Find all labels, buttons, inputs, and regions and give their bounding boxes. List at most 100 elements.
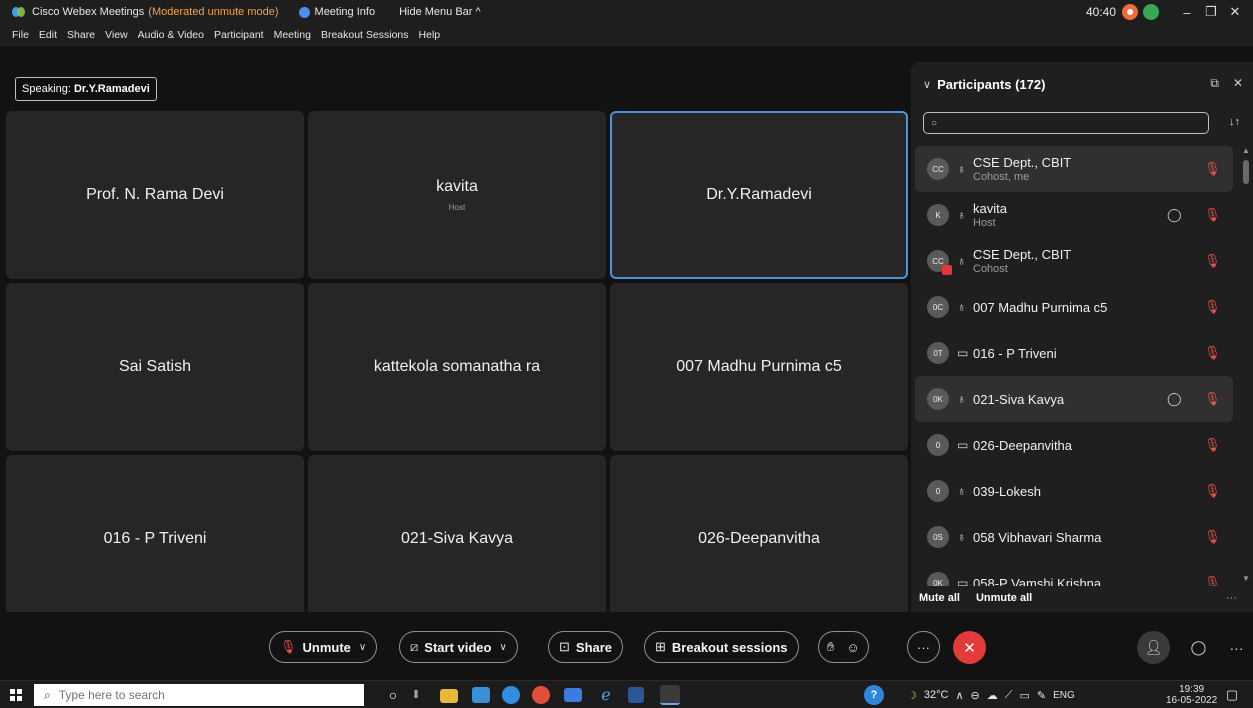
mic-muted-icon[interactable]: 🎙︎ [1204,253,1221,269]
participant-scrollbar[interactable]: ▲ ▼ [1241,146,1251,586]
share-button[interactable]: ⊡ Share [548,631,624,663]
menu-breakout-sessions[interactable]: Breakout Sessions [321,29,409,41]
video-tile[interactable]: kavita Host [308,111,606,279]
close-panel-icon[interactable]: ✕ [1233,76,1243,91]
mic-muted-icon[interactable]: 🎙︎ [1204,483,1221,499]
raise-hand-icon[interactable]: ✋︎ [827,639,834,655]
weather-temp[interactable]: 32°C [924,689,949,701]
scroll-up-icon[interactable]: ▲ [1242,146,1250,155]
participant-row[interactable]: K ♁ kavita Host ◯ 🎙︎ [915,192,1233,238]
more-panel-button[interactable]: ··· [1220,631,1253,664]
participant-search[interactable]: ○ [923,112,1209,134]
weather-icon[interactable]: ☽ [907,689,917,702]
edge-icon[interactable] [502,686,520,704]
cortana-icon[interactable]: ○ [383,685,403,705]
menu-meeting[interactable]: Meeting [274,29,311,41]
video-tile[interactable]: 007 Madhu Purnima c5 [610,283,908,451]
more-options-button[interactable]: ··· [1226,592,1237,604]
close-window-button[interactable]: ✕ [1223,4,1247,20]
mic-muted-icon[interactable]: 🎙︎ [1204,207,1221,223]
unmute-all-button[interactable]: Unmute all [976,592,1032,604]
video-tile[interactable]: Sai Satish [6,283,304,451]
meeting-info-button[interactable]: Meeting Info [298,6,375,18]
file-explorer-icon[interactable] [440,689,458,703]
video-tile[interactable]: 026-Deepanvitha [610,455,908,623]
word-icon[interactable] [628,687,644,703]
help-icon[interactable]: ? [864,685,884,705]
scroll-down-icon[interactable]: ▼ [1242,574,1250,583]
notifications-icon[interactable]: ▢ [1222,685,1242,705]
participant-row[interactable]: 0T ▭ 016 - P Triveni 🎙︎ [915,330,1233,376]
scrollbar-thumb[interactable] [1243,160,1249,184]
video-tile[interactable]: 021-Siva Kavya [308,455,606,623]
mute-all-button[interactable]: Mute all [919,592,960,604]
store-icon[interactable] [472,687,490,703]
wifi-icon[interactable]: ⟋ [1005,689,1013,702]
menu-view[interactable]: View [105,29,128,41]
participant-row[interactable]: CC ♁ CSE Dept., CBIT Cohost, me 🎙︎ [915,146,1233,192]
chevron-down-icon[interactable]: ∨ [499,642,506,653]
taskbar-search[interactable]: ⌕ [34,684,364,706]
video-tile-active-speaker[interactable]: Dr.Y.Ramadevi [610,111,908,279]
recording-icon[interactable] [1122,4,1138,20]
mic-muted-icon[interactable]: 🎙︎ [1204,161,1221,177]
chat-icon[interactable]: ◯ [1167,391,1182,407]
participants-toggle-button[interactable]: 👤︎ [1137,631,1170,664]
menu-file[interactable]: File [12,29,29,41]
mail-icon[interactable] [564,688,582,702]
unmute-button[interactable]: 🎙︎ Unmute ∨ [269,631,378,663]
mic-muted-icon[interactable]: 🎙︎ [1204,345,1221,361]
taskbar-clock[interactable]: 19:39 16-05-2022 [1166,684,1217,706]
collapse-chevron-icon[interactable]: ∨ [923,78,931,91]
minimize-button[interactable]: – [1175,5,1199,20]
tile-name: 026-Deepanvitha [698,530,820,547]
emoji-icon[interactable]: ☺ [846,640,859,655]
participant-row[interactable]: CC ♁ CSE Dept., CBIT Cohost 🎙︎ [915,238,1233,284]
more-controls-button[interactable]: ··· [907,631,940,663]
reactions-group[interactable]: ✋︎ ☺ [818,631,869,663]
participant-row[interactable]: 0S ♁ 058 Vibhavari Sharma 🎙︎ [915,514,1233,560]
menu-participant[interactable]: Participant [214,29,264,41]
participant-row[interactable]: 0C ♁ 007 Madhu Purnima c5 🎙︎ [915,284,1233,330]
menu-share[interactable]: Share [67,29,95,41]
menu-edit[interactable]: Edit [39,29,57,41]
video-tile[interactable]: 016 - P Triveni [6,455,304,623]
task-view-icon[interactable]: ‖ [406,685,426,705]
cloud-icon[interactable]: ☁ [987,689,998,702]
participant-row[interactable]: 0 ▭ 026-Deepanvitha 🎙︎ [915,422,1233,468]
start-video-button[interactable]: ⧄ Start video ∨ [399,631,518,663]
chevron-up-icon[interactable]: ∧ [955,689,963,702]
menu-audio-video[interactable]: Audio & Video [138,29,204,41]
network-icon[interactable]: ⊖ [971,689,980,702]
language-indicator[interactable]: ENG [1053,690,1075,701]
video-tile[interactable]: Prof. N. Rama Devi [6,111,304,279]
battery-icon[interactable]: ▭ [1019,689,1029,702]
mic-muted-icon[interactable]: 🎙︎ [1204,391,1221,407]
mic-muted-icon[interactable]: 🎙︎ [1204,299,1221,315]
internet-explorer-icon[interactable]: ℯ [596,685,616,705]
tile-role: Host [448,203,466,212]
breakout-sessions-button[interactable]: ⊞ Breakout sessions [644,631,799,663]
popout-icon[interactable]: ⧉ [1210,76,1219,91]
chrome-icon[interactable] [532,686,550,704]
webex-taskbar-icon[interactable] [660,685,680,705]
windows-start-icon[interactable] [10,689,22,701]
video-tile[interactable]: kattekola somanatha ra [308,283,606,451]
menu-help[interactable]: Help [419,29,441,41]
chat-toggle-button[interactable]: ◯ [1182,631,1215,664]
participant-row[interactable]: 0K ♁ 021-Siva Kavya ◯ 🎙︎ [915,376,1233,422]
chat-icon[interactable]: ◯ [1167,207,1182,223]
mic-muted-icon[interactable]: 🎙︎ [1204,529,1221,545]
pen-icon[interactable]: ✎ [1037,689,1046,702]
chevron-down-icon[interactable]: ∨ [359,642,366,653]
taskbar-search-input[interactable] [58,688,339,702]
leave-meeting-button[interactable]: ✕ [953,631,986,664]
hide-menu-bar-button[interactable]: Hide Menu Bar ^ [399,6,481,18]
participant-search-input[interactable] [941,117,1192,129]
connection-status-icon[interactable] [1143,4,1159,20]
participant-row[interactable]: 0K ▭ 058-P Vamshi Krishna 🎙︎ [915,560,1233,586]
mic-muted-icon[interactable]: 🎙︎ [1204,437,1221,453]
restore-button[interactable]: ❐ [1199,4,1223,20]
sort-icon[interactable]: ↓↑ [1229,116,1240,128]
participant-row[interactable]: 0 ♁ 039-Lokesh 🎙︎ [915,468,1233,514]
